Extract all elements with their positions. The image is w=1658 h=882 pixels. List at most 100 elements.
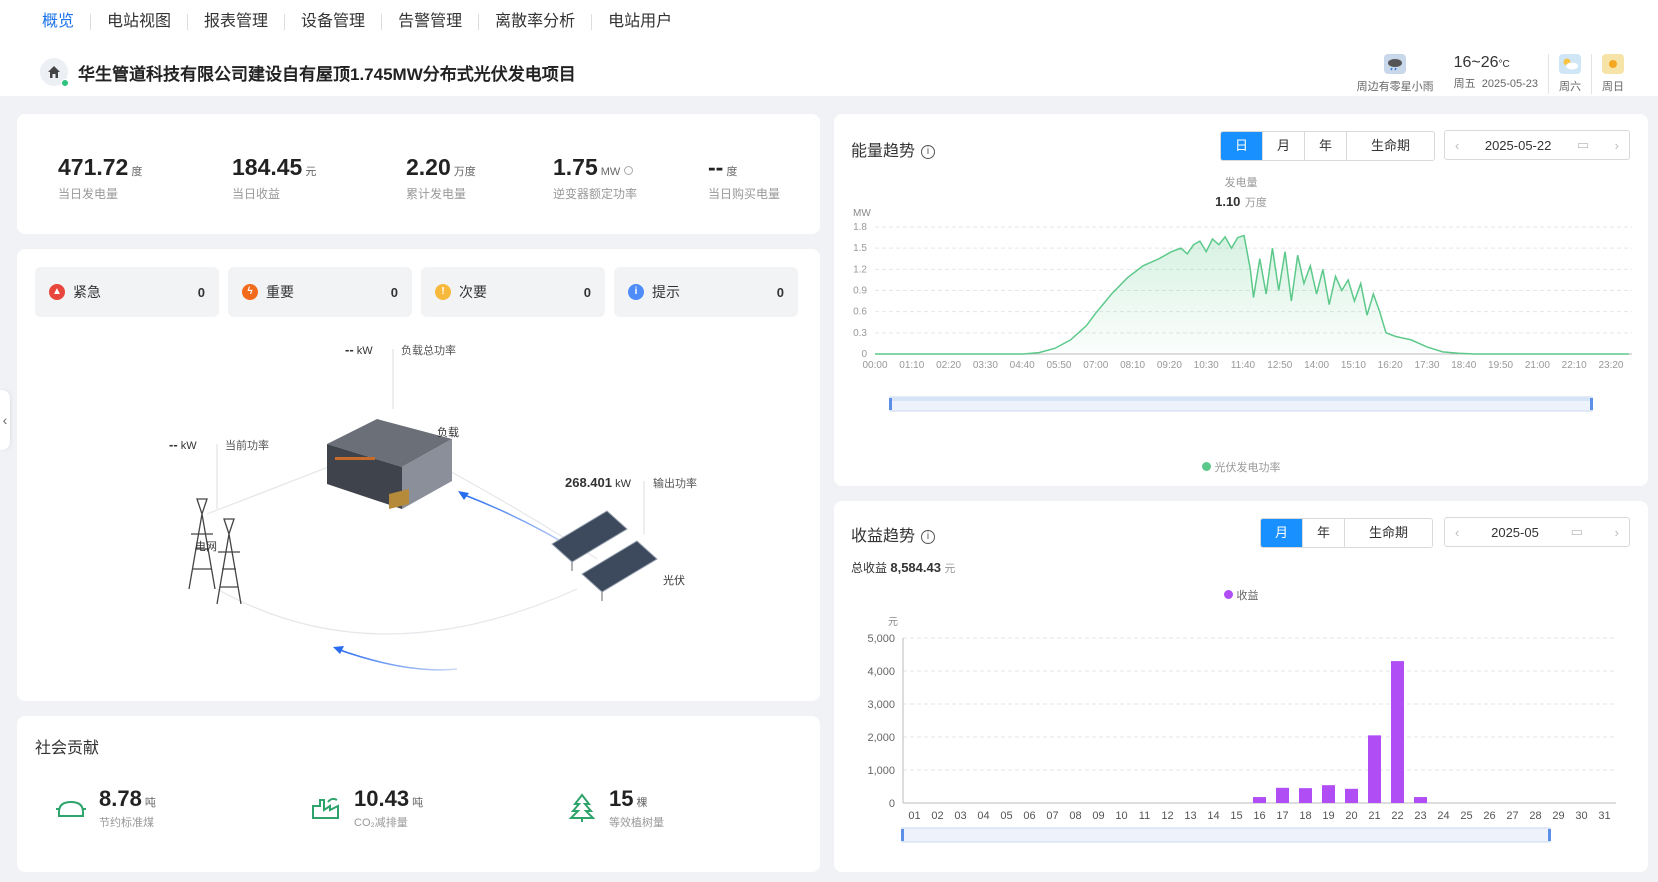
project-header: 华生管道科技有限公司建设自有屋顶1.745MW分布式光伏发电项目 xyxy=(40,58,576,87)
zoom-handle-right xyxy=(1590,398,1593,410)
online-status-dot xyxy=(61,79,69,87)
zoom-slider-bar xyxy=(890,397,1592,401)
kpi-daily-purchased: -- 度 当日购买电量 xyxy=(708,154,781,201)
y-tick-label: 1.8 xyxy=(853,222,867,233)
factory-icon xyxy=(312,797,339,819)
zoom-slider xyxy=(901,827,1551,843)
grid-power-readout: -- kW xyxy=(169,437,197,452)
energy-trend-card: 能量趋势 i 日 月 年 生命期 ‹ 2025-05-22 ▭ › 发电量 1.1… xyxy=(834,114,1648,486)
x-tick-label: 11:40 xyxy=(1231,360,1256,371)
weather-day3: 周日 xyxy=(1591,54,1634,94)
x-tick-label: 02:20 xyxy=(936,360,961,371)
top-bar: 概览 电站视图 报表管理 设备管理 告警管理 离散率分析 电站用户 华生管道科技… xyxy=(0,0,1658,96)
y-axis-unit: MW xyxy=(853,208,871,219)
y-tick-label: 4,000 xyxy=(867,666,895,678)
x-tick-label: 00:00 xyxy=(862,360,887,371)
y-tick-label: 0.6 xyxy=(853,307,867,318)
y-axis-unit: 元 xyxy=(888,617,898,628)
bar-day-19 xyxy=(1322,785,1335,803)
kpi-inverter-rated-power: 1.75 MW 逆变器额定功率 xyxy=(553,154,638,201)
x-tick-label: 14:00 xyxy=(1304,360,1329,371)
pv-power-label: 输出功率 xyxy=(653,478,697,490)
grid-power-label: 当前功率 xyxy=(225,440,269,452)
zoom-handle-left xyxy=(901,829,904,841)
x-tick-label: 03 xyxy=(954,810,966,822)
y-tick-label: 1.2 xyxy=(853,264,867,275)
x-tick-label: 15:10 xyxy=(1341,360,1366,371)
light-rain-icon xyxy=(1384,54,1407,74)
y-tick-label: 0 xyxy=(889,798,895,810)
x-tick-label: 30 xyxy=(1575,810,1587,822)
x-tick-label: 24 xyxy=(1437,810,1449,822)
kpi-total-generation: 2.20 万度 累计发电量 xyxy=(406,154,476,201)
energy-legend[interactable]: 光伏发电功率 xyxy=(834,459,1648,475)
info-icon[interactable] xyxy=(624,166,634,175)
x-tick-label: 12:50 xyxy=(1267,360,1292,371)
revenue-trend-card: 收益趋势 i 月 年 生命期 ‹ 2025-05 ▭ › 总收益 8,584.43… xyxy=(834,501,1648,872)
solar-panel-icon xyxy=(551,510,658,601)
kpi-card: 471.72 度 当日发电量 184.45 元 当日收益 2.20 万度 累计发电量 … xyxy=(17,114,820,234)
x-tick-label: 07:00 xyxy=(1083,360,1108,371)
weather-day3-label: 周日 xyxy=(1602,81,1624,93)
x-tick-label: 02 xyxy=(931,810,943,822)
x-tick-label: 14 xyxy=(1207,810,1219,822)
load-label: 负载 xyxy=(437,427,459,439)
bar-day-23 xyxy=(1414,797,1427,803)
x-tick-label: 25 xyxy=(1460,810,1472,822)
bar-day-16 xyxy=(1253,797,1266,803)
x-tick-label: 19:50 xyxy=(1488,360,1513,371)
x-tick-label: 18 xyxy=(1299,810,1311,822)
nav-overview[interactable]: 概览 xyxy=(42,14,92,30)
x-tick-label: 19 xyxy=(1322,810,1334,822)
x-tick-label: 15 xyxy=(1230,810,1242,822)
weather-desc: 周边有零星小雨 xyxy=(1356,81,1434,93)
x-tick-label: 17:30 xyxy=(1414,360,1439,371)
y-tick-label: 3,000 xyxy=(867,699,895,711)
social-title: 社会贡献 xyxy=(35,740,100,757)
bar-day-18 xyxy=(1299,788,1312,803)
sunny-icon xyxy=(1602,54,1624,74)
x-tick-label: 04:40 xyxy=(1010,360,1035,371)
x-tick-label: 05:50 xyxy=(1046,360,1071,371)
nav-station-view[interactable]: 电站视图 xyxy=(91,14,189,30)
x-tick-label: 03:30 xyxy=(973,360,998,371)
x-tick-label: 17 xyxy=(1276,810,1288,822)
pv-label: 光伏 xyxy=(663,575,685,587)
x-tick-label: 09:20 xyxy=(1157,360,1182,371)
load-building-icon xyxy=(327,419,452,509)
nav-dispersion[interactable]: 离散率分析 xyxy=(479,14,593,30)
main-nav: 概览 电站视图 报表管理 设备管理 告警管理 离散率分析 电站用户 xyxy=(42,14,688,30)
energy-chart[interactable]: MW 0 0.3 0.6 0.9 1.2 1.5 1.8 00:00 01:10 02:20 03:3… xyxy=(834,114,1648,486)
pv-power-readout: 268.401 kW xyxy=(565,475,631,490)
x-tick-label: 28 xyxy=(1529,810,1541,822)
nav-station-users[interactable]: 电站用户 xyxy=(592,14,688,30)
revenue-chart[interactable]: 元 0 1,000 2,000 3,000 4,000 5,000 01 02 03 04 05 06 0… xyxy=(834,501,1648,872)
nav-reports[interactable]: 报表管理 xyxy=(188,14,286,30)
x-tick-label: 10 xyxy=(1115,810,1127,822)
y-tick-label: 5,000 xyxy=(867,633,895,645)
x-tick-label: 04 xyxy=(977,810,989,822)
x-tick-label: 27 xyxy=(1506,810,1518,822)
home-icon xyxy=(40,58,69,87)
nav-devices[interactable]: 设备管理 xyxy=(285,14,383,30)
temperature-range: 16~26°C xyxy=(1453,54,1510,71)
social-trees-planted: 15 棵等效植树量 xyxy=(567,786,664,830)
tree-icon xyxy=(568,793,596,822)
kpi-daily-revenue: 184.45 元 当日收益 xyxy=(232,154,317,201)
x-tick-label: 16 xyxy=(1253,810,1265,822)
x-tick-label: 21 xyxy=(1368,810,1380,822)
bar-day-21 xyxy=(1368,735,1381,803)
nav-alarms[interactable]: 告警管理 xyxy=(382,14,480,30)
series-area xyxy=(875,235,1629,354)
weather-date: 周五 2025-05-23 xyxy=(1453,78,1538,90)
coal-icon xyxy=(56,800,86,817)
bar-day-22 xyxy=(1391,661,1404,803)
collapse-handle[interactable]: ‹ xyxy=(0,390,10,450)
zoom-handle-left xyxy=(889,398,892,410)
kpi-daily-generation: 471.72 度 当日发电量 xyxy=(58,154,143,201)
load-power-label: 负载总功率 xyxy=(401,345,456,357)
y-tick-label: 2,000 xyxy=(867,732,895,744)
x-tick-label: 10:30 xyxy=(1194,360,1219,371)
x-tick-label: 16:20 xyxy=(1378,360,1403,371)
weather-today: 周边有零星小雨 xyxy=(1347,54,1444,94)
